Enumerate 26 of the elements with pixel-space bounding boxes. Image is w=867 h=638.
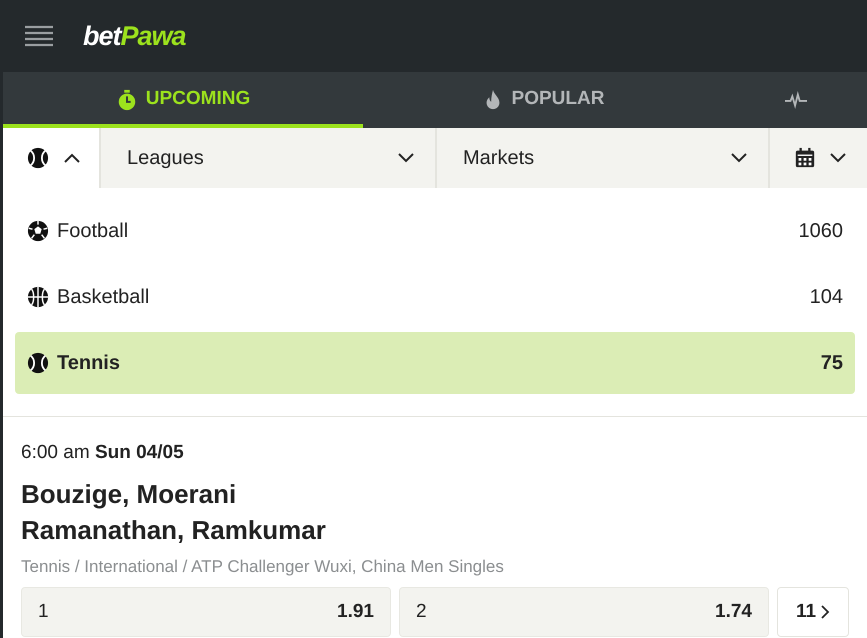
chevron-down-icon	[829, 152, 847, 164]
tennis-ball-icon	[27, 352, 49, 374]
chevron-right-icon	[820, 604, 830, 620]
basketball-icon	[27, 286, 49, 308]
calendar-icon	[794, 147, 816, 169]
tennis-ball-icon	[27, 147, 49, 169]
team-name: Ramanathan, Ramkumar	[21, 514, 327, 546]
chevron-up-icon	[63, 152, 81, 164]
markets-dropdown[interactable]: Markets	[437, 128, 770, 188]
football-icon	[27, 220, 49, 242]
sport-list-item[interactable]: Tennis 75	[15, 332, 855, 394]
odds-button[interactable]: 1 1.91	[21, 587, 391, 637]
menu-button[interactable]	[25, 25, 53, 47]
menu-icon	[25, 25, 53, 47]
event-breadcrumb: Tennis / International / ATP Challenger Wuxi, China Men Singles	[21, 556, 505, 578]
pulse-icon	[785, 88, 807, 110]
event-time: 6:00 am Sun 04/05	[21, 441, 185, 465]
logo[interactable]: betPawa	[83, 16, 186, 56]
more-markets-button[interactable]: 11	[777, 587, 849, 637]
leagues-dropdown[interactable]: Leagues	[101, 128, 437, 188]
chevron-down-icon	[730, 152, 748, 164]
odds-button[interactable]: 2 1.74	[399, 587, 769, 637]
team-name: Bouzige, Moerani	[21, 478, 238, 510]
chevron-down-icon	[397, 152, 415, 164]
tab[interactable]: POPULAR	[363, 72, 723, 128]
sport-filter-button[interactable]	[3, 128, 101, 188]
